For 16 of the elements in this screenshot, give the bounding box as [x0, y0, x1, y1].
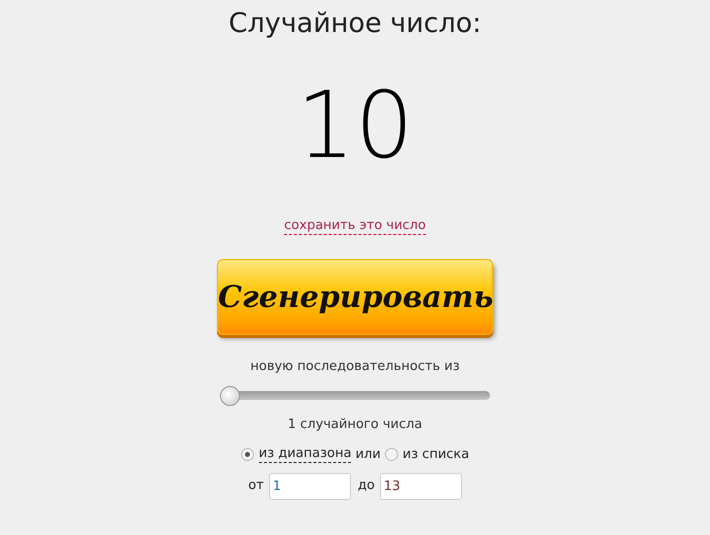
page-title: Случайное число:	[228, 7, 482, 41]
radio-button[interactable]	[240, 448, 254, 462]
count-text: 1 случайного числа	[288, 416, 422, 434]
generate-button[interactable]: Сгенерировать	[217, 259, 493, 335]
from-label: от	[248, 477, 264, 496]
joiner-text: или	[355, 446, 381, 464]
to-label: до	[358, 477, 375, 496]
count-slider[interactable]	[220, 386, 490, 406]
save-number-link[interactable]: сохранить это число	[284, 218, 426, 235]
from-field[interactable]: 1	[268, 472, 351, 500]
radio-label[interactable]: из диапазона	[258, 446, 352, 464]
radio-button[interactable]	[384, 448, 398, 462]
random-number: 10	[296, 76, 414, 176]
sequence-label: новую последовательность из	[250, 358, 460, 376]
radio-label[interactable]: из списка	[402, 446, 470, 463]
to-field[interactable]: 13	[380, 472, 462, 500]
